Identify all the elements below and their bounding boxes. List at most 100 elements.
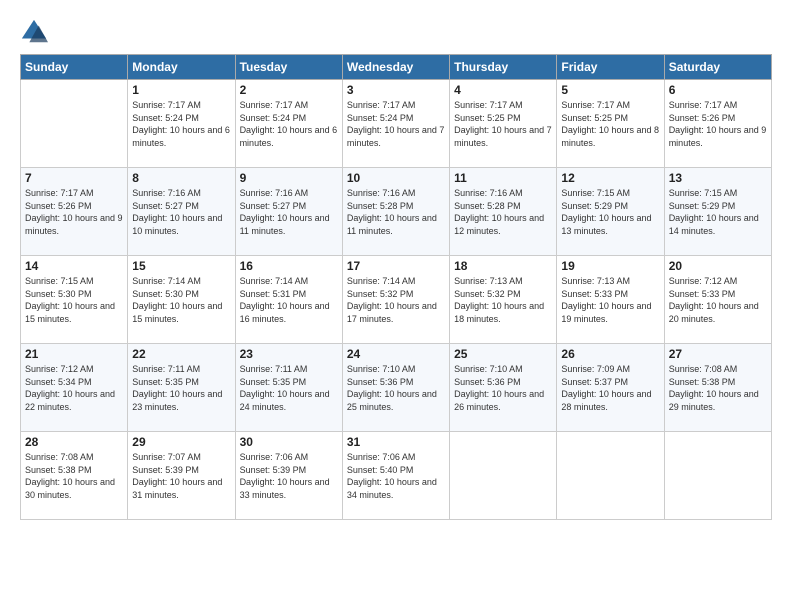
- day-number: 29: [132, 435, 230, 449]
- cell-info: Sunrise: 7:11 AMSunset: 5:35 PMDaylight:…: [132, 363, 230, 413]
- page: SundayMondayTuesdayWednesdayThursdayFrid…: [0, 0, 792, 612]
- calendar-cell: 2 Sunrise: 7:17 AMSunset: 5:24 PMDaylight…: [235, 80, 342, 168]
- calendar-cell: 11Sunrise: 7:16 AMSunset: 5:28 PMDayligh…: [450, 168, 557, 256]
- calendar-cell: 30Sunrise: 7:06 AMSunset: 5:39 PMDayligh…: [235, 432, 342, 520]
- calendar-cell: 28 Sunrise: 7:08 AMSunset: 5:38 PMDayligh…: [21, 432, 128, 520]
- calendar-cell: 20 Sunrise: 7:12 AMSunset: 5:33 PMDayligh…: [664, 256, 771, 344]
- day-number: 6: [669, 83, 767, 97]
- cell-info: Sunrise: 7:14 AMSunset: 5:31 PMDaylight:…: [240, 275, 338, 325]
- day-number: 23: [240, 347, 338, 361]
- calendar-week-row: 7 Sunrise: 7:17 AMSunset: 5:26 PMDaylight…: [21, 168, 772, 256]
- cell-info: Sunrise: 7:09 AMSunset: 5:37 PMDaylight:…: [561, 363, 659, 413]
- calendar-cell: 6Sunrise: 7:17 AMSunset: 5:26 PMDaylight…: [664, 80, 771, 168]
- cell-info: Sunrise: 7:15 AMSunset: 5:29 PMDaylight:…: [561, 187, 659, 237]
- cell-info: Sunrise: 7:15 AMSunset: 5:29 PMDaylight:…: [669, 187, 767, 237]
- cell-info: Sunrise: 7:08 AMSunset: 5:38 PMDaylight:…: [669, 363, 767, 413]
- calendar-cell: 5 Sunrise: 7:17 AMSunset: 5:25 PMDaylight…: [557, 80, 664, 168]
- calendar-cell: 24 Sunrise: 7:10 AMSunset: 5:36 PMDayligh…: [342, 344, 449, 432]
- calendar-cell: 21 Sunrise: 7:12 AMSunset: 5:34 PMDayligh…: [21, 344, 128, 432]
- calendar-cell: 10Sunrise: 7:16 AMSunset: 5:28 PMDayligh…: [342, 168, 449, 256]
- calendar-cell: 23 Sunrise: 7:11 AMSunset: 5:35 PMDayligh…: [235, 344, 342, 432]
- calendar-cell: [21, 80, 128, 168]
- day-number: 14: [25, 259, 123, 273]
- day-number: 18: [454, 259, 552, 273]
- cell-info: Sunrise: 7:17 AMSunset: 5:25 PMDaylight:…: [454, 99, 552, 149]
- day-number: 22: [132, 347, 230, 361]
- calendar-cell: [557, 432, 664, 520]
- calendar-week-row: 21 Sunrise: 7:12 AMSunset: 5:34 PMDayligh…: [21, 344, 772, 432]
- calendar-cell: 8 Sunrise: 7:16 AMSunset: 5:27 PMDaylight…: [128, 168, 235, 256]
- day-number: 16: [240, 259, 338, 273]
- header: [20, 18, 772, 46]
- calendar-cell: 18 Sunrise: 7:13 AMSunset: 5:32 PMDayligh…: [450, 256, 557, 344]
- header-cell: Thursday: [450, 55, 557, 80]
- day-number: 19: [561, 259, 659, 273]
- day-number: 5: [561, 83, 659, 97]
- header-cell: Tuesday: [235, 55, 342, 80]
- day-number: 4: [454, 83, 552, 97]
- cell-info: Sunrise: 7:17 AMSunset: 5:26 PMDaylight:…: [25, 187, 123, 237]
- header-cell: Saturday: [664, 55, 771, 80]
- calendar-cell: 1 Sunrise: 7:17 AMSunset: 5:24 PMDaylight…: [128, 80, 235, 168]
- day-number: 13: [669, 171, 767, 185]
- calendar-table: SundayMondayTuesdayWednesdayThursdayFrid…: [20, 54, 772, 520]
- calendar-cell: 19 Sunrise: 7:13 AMSunset: 5:33 PMDayligh…: [557, 256, 664, 344]
- cell-info: Sunrise: 7:14 AMSunset: 5:32 PMDaylight:…: [347, 275, 445, 325]
- calendar-cell: 26 Sunrise: 7:09 AMSunset: 5:37 PMDayligh…: [557, 344, 664, 432]
- calendar-cell: 9 Sunrise: 7:16 AMSunset: 5:27 PMDaylight…: [235, 168, 342, 256]
- calendar-cell: [450, 432, 557, 520]
- day-number: 20: [669, 259, 767, 273]
- cell-info: Sunrise: 7:16 AMSunset: 5:27 PMDaylight:…: [132, 187, 230, 237]
- day-number: 10: [347, 171, 445, 185]
- cell-info: Sunrise: 7:08 AMSunset: 5:38 PMDaylight:…: [25, 451, 123, 501]
- day-number: 15: [132, 259, 230, 273]
- cell-info: Sunrise: 7:07 AMSunset: 5:39 PMDaylight:…: [132, 451, 230, 501]
- header-cell: Sunday: [21, 55, 128, 80]
- calendar-week-row: 14 Sunrise: 7:15 AMSunset: 5:30 PMDayligh…: [21, 256, 772, 344]
- calendar-cell: 16 Sunrise: 7:14 AMSunset: 5:31 PMDayligh…: [235, 256, 342, 344]
- day-number: 25: [454, 347, 552, 361]
- cell-info: Sunrise: 7:11 AMSunset: 5:35 PMDaylight:…: [240, 363, 338, 413]
- calendar-cell: 25 Sunrise: 7:10 AMSunset: 5:36 PMDayligh…: [450, 344, 557, 432]
- day-number: 26: [561, 347, 659, 361]
- day-number: 7: [25, 171, 123, 185]
- cell-info: Sunrise: 7:12 AMSunset: 5:34 PMDaylight:…: [25, 363, 123, 413]
- day-number: 31: [347, 435, 445, 449]
- day-number: 8: [132, 171, 230, 185]
- calendar-cell: 4 Sunrise: 7:17 AMSunset: 5:25 PMDaylight…: [450, 80, 557, 168]
- cell-info: Sunrise: 7:16 AMSunset: 5:27 PMDaylight:…: [240, 187, 338, 237]
- cell-info: Sunrise: 7:15 AMSunset: 5:30 PMDaylight:…: [25, 275, 123, 325]
- calendar-cell: [664, 432, 771, 520]
- calendar-cell: 31Sunrise: 7:06 AMSunset: 5:40 PMDayligh…: [342, 432, 449, 520]
- day-number: 27: [669, 347, 767, 361]
- day-number: 30: [240, 435, 338, 449]
- cell-info: Sunrise: 7:17 AMSunset: 5:24 PMDaylight:…: [132, 99, 230, 149]
- cell-info: Sunrise: 7:10 AMSunset: 5:36 PMDaylight:…: [347, 363, 445, 413]
- day-number: 28: [25, 435, 123, 449]
- cell-info: Sunrise: 7:13 AMSunset: 5:32 PMDaylight:…: [454, 275, 552, 325]
- logo: [20, 18, 52, 46]
- calendar-cell: 27 Sunrise: 7:08 AMSunset: 5:38 PMDayligh…: [664, 344, 771, 432]
- day-number: 24: [347, 347, 445, 361]
- cell-info: Sunrise: 7:10 AMSunset: 5:36 PMDaylight:…: [454, 363, 552, 413]
- calendar-cell: 22 Sunrise: 7:11 AMSunset: 5:35 PMDayligh…: [128, 344, 235, 432]
- day-number: 2: [240, 83, 338, 97]
- calendar-week-row: 28 Sunrise: 7:08 AMSunset: 5:38 PMDayligh…: [21, 432, 772, 520]
- day-number: 1: [132, 83, 230, 97]
- calendar-cell: 14 Sunrise: 7:15 AMSunset: 5:30 PMDayligh…: [21, 256, 128, 344]
- cell-info: Sunrise: 7:13 AMSunset: 5:33 PMDaylight:…: [561, 275, 659, 325]
- cell-info: Sunrise: 7:17 AMSunset: 5:24 PMDaylight:…: [240, 99, 338, 149]
- cell-info: Sunrise: 7:12 AMSunset: 5:33 PMDaylight:…: [669, 275, 767, 325]
- calendar-cell: 13 Sunrise: 7:15 AMSunset: 5:29 PMDayligh…: [664, 168, 771, 256]
- day-number: 11: [454, 171, 552, 185]
- cell-info: Sunrise: 7:17 AMSunset: 5:24 PMDaylight:…: [347, 99, 445, 149]
- calendar-cell: 3Sunrise: 7:17 AMSunset: 5:24 PMDaylight…: [342, 80, 449, 168]
- header-cell: Friday: [557, 55, 664, 80]
- day-number: 21: [25, 347, 123, 361]
- logo-icon: [20, 18, 48, 46]
- cell-info: Sunrise: 7:17 AMSunset: 5:25 PMDaylight:…: [561, 99, 659, 149]
- calendar-week-row: 1 Sunrise: 7:17 AMSunset: 5:24 PMDaylight…: [21, 80, 772, 168]
- cell-info: Sunrise: 7:14 AMSunset: 5:30 PMDaylight:…: [132, 275, 230, 325]
- day-number: 9: [240, 171, 338, 185]
- header-cell: Wednesday: [342, 55, 449, 80]
